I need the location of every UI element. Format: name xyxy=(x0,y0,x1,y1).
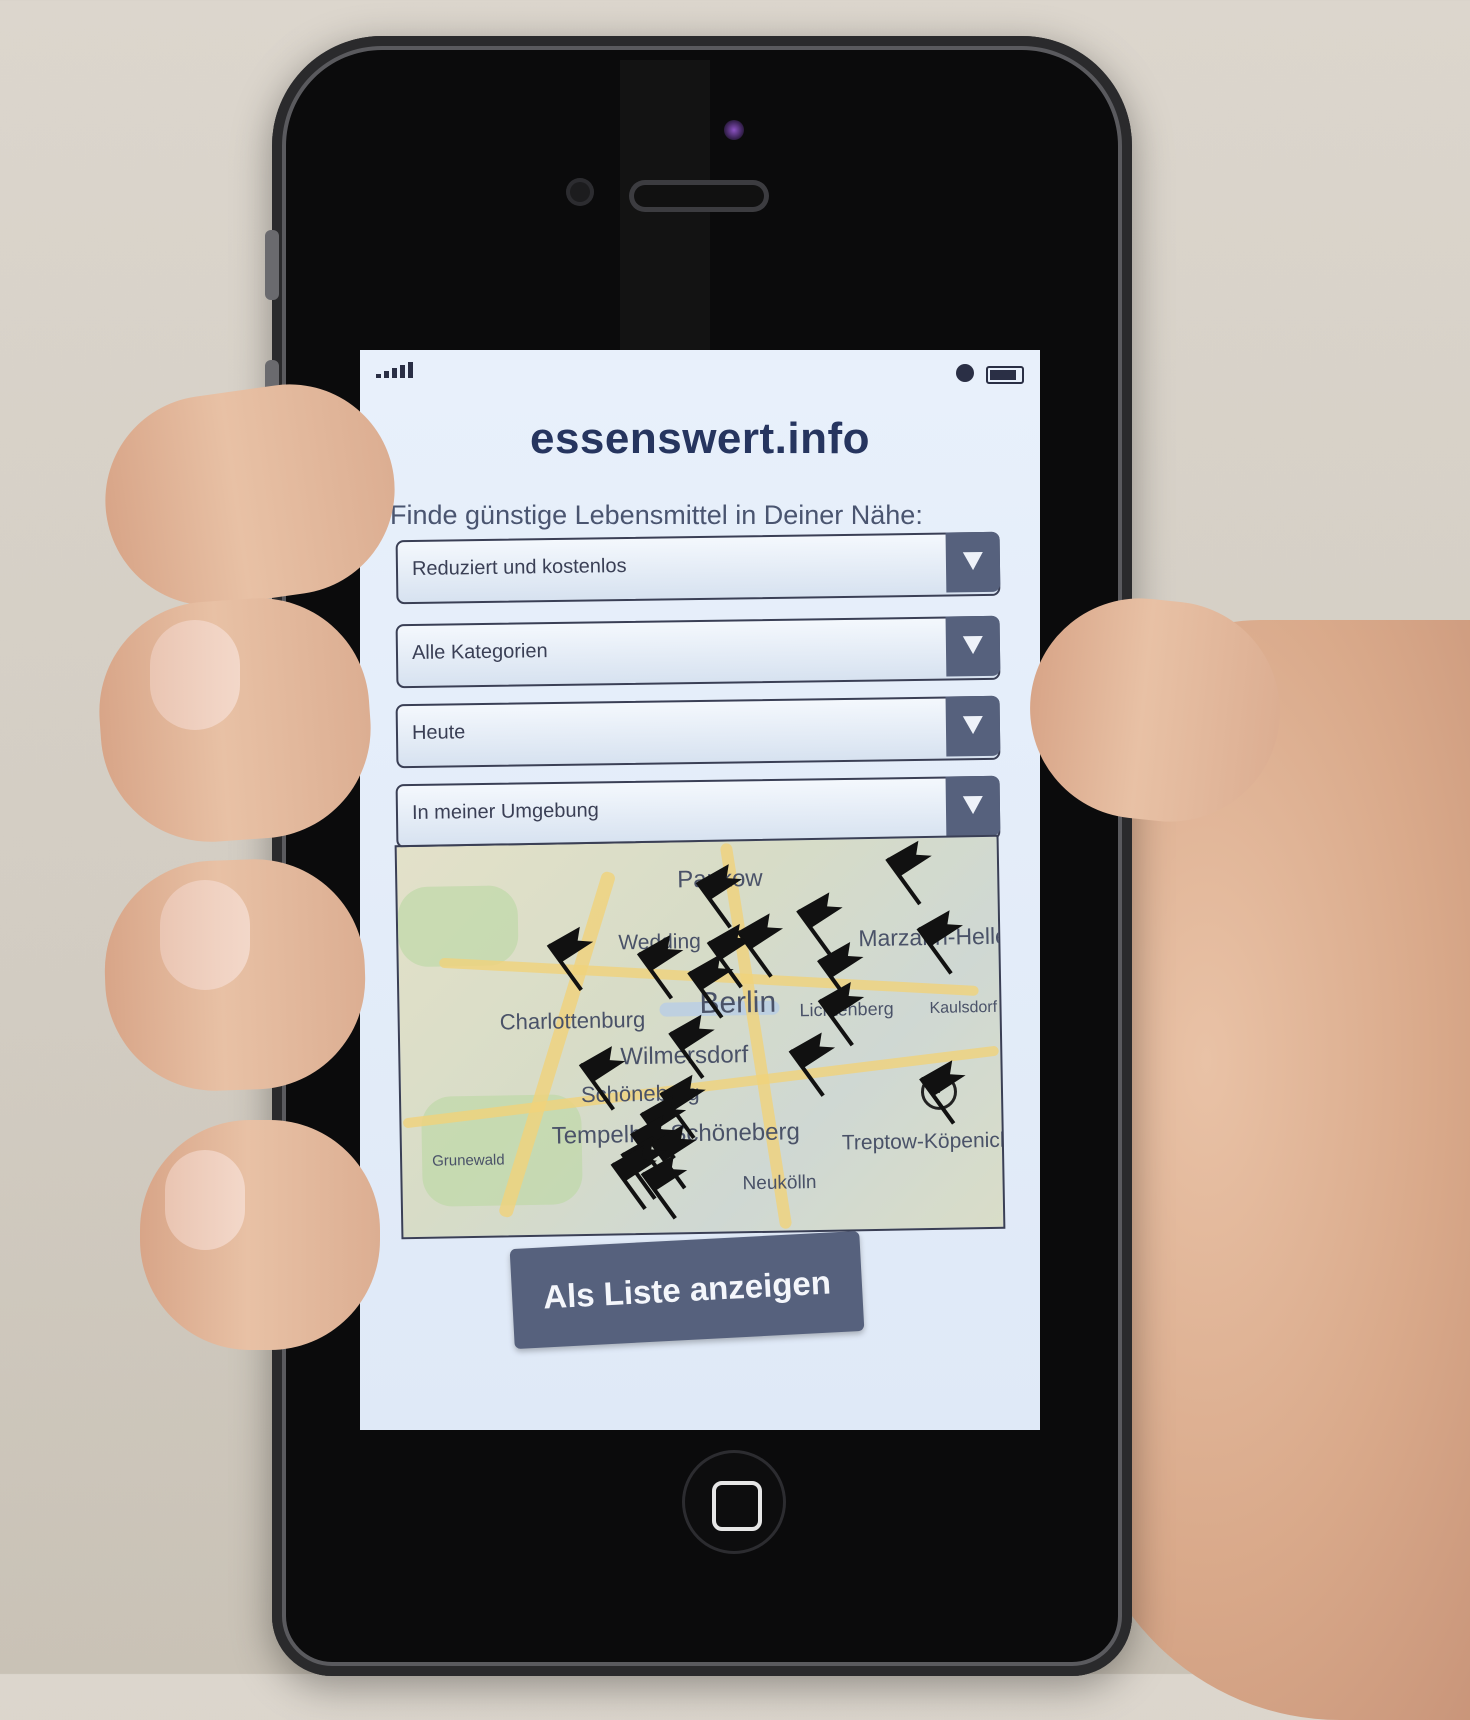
map-markers-layer xyxy=(546,837,985,1220)
flag-icon[interactable] xyxy=(736,909,802,978)
offer-type-select[interactable]: Reduziert und kostenlos xyxy=(395,531,1001,605)
flag-icon[interactable] xyxy=(817,978,883,1047)
fingernail xyxy=(165,1150,245,1250)
front-camera-icon xyxy=(724,120,744,140)
date-select[interactable]: Heute xyxy=(395,695,1001,769)
status-bar xyxy=(360,350,1040,390)
proximity-sensor xyxy=(566,178,594,206)
flag-icon[interactable] xyxy=(919,1056,985,1125)
chevron-down-icon[interactable] xyxy=(945,615,1001,677)
flag-icon[interactable] xyxy=(916,906,982,975)
flag-icon[interactable] xyxy=(796,888,862,957)
chevron-down-icon[interactable] xyxy=(945,531,1001,593)
category-value: Alle Kategorien xyxy=(411,640,548,664)
home-square-icon xyxy=(712,1481,762,1531)
flag-icon[interactable] xyxy=(668,1010,734,1080)
photo-background: essenswert.info Finde günstige Lebensmit… xyxy=(0,0,1470,1720)
signal-icon xyxy=(376,362,413,378)
location-value: In meiner Umgebung xyxy=(411,799,599,824)
offer-type-value: Reduziert und kostenlos xyxy=(411,554,627,580)
battery-icon xyxy=(986,366,1024,384)
orientation-lock-icon xyxy=(956,364,974,382)
category-select[interactable]: Alle Kategorien xyxy=(395,615,1001,689)
flag-icon[interactable] xyxy=(636,931,703,1000)
tape-strip xyxy=(620,60,710,360)
fingernail xyxy=(160,880,250,990)
flag-icon[interactable] xyxy=(695,860,761,929)
mute-switch xyxy=(265,230,279,300)
fingernail xyxy=(150,620,240,730)
flag-icon[interactable] xyxy=(788,1028,854,1097)
flag-icon[interactable] xyxy=(578,1042,644,1111)
chevron-down-icon[interactable] xyxy=(945,695,1001,757)
phone-screen: essenswert.info Finde günstige Lebensmit… xyxy=(360,350,1040,1430)
search-intro: Finde günstige Lebensmittel in Deiner Nä… xyxy=(390,500,923,530)
map-view[interactable]: Pankow Wedding Berlin Charlottenburg Wil… xyxy=(394,834,1006,1240)
show-list-button[interactable]: Als Liste anzeigen xyxy=(509,1230,865,1350)
date-value: Heute xyxy=(411,721,466,744)
app-title: essenswert.info xyxy=(529,414,871,463)
flag-icon[interactable] xyxy=(885,837,951,906)
earpiece xyxy=(634,185,764,207)
chevron-down-icon[interactable] xyxy=(945,775,1001,837)
flag-icon[interactable] xyxy=(546,922,612,992)
